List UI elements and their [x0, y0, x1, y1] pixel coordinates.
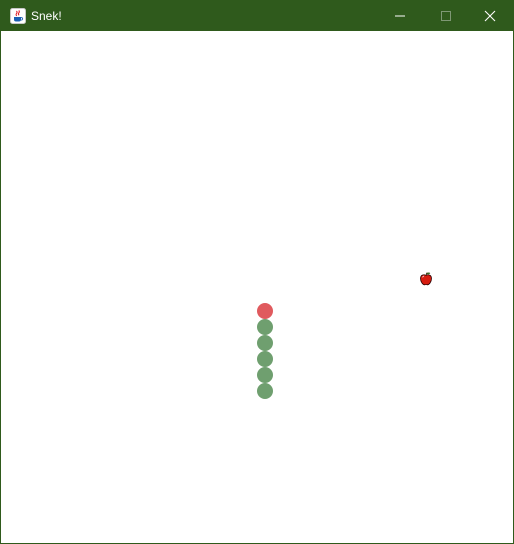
window-title: Snek! — [31, 9, 62, 23]
maximize-button[interactable] — [423, 1, 469, 31]
maximize-icon — [441, 11, 451, 21]
title-bar[interactable]: Snek! — [1, 1, 513, 31]
snake-body-segment — [257, 319, 273, 335]
snake-body-segment — [257, 335, 273, 351]
snake-head — [257, 303, 273, 319]
java-cup-icon[interactable] — [10, 8, 26, 24]
minimize-icon — [395, 15, 405, 17]
game-canvas[interactable] — [1, 31, 513, 543]
app-window: Snek! — [0, 0, 514, 544]
snake-body-segment — [257, 383, 273, 399]
apple-icon — [418, 271, 434, 287]
close-icon — [484, 10, 496, 22]
minimize-button[interactable] — [377, 1, 423, 31]
snake-body-segment — [257, 367, 273, 383]
snake-body-segment — [257, 351, 273, 367]
close-button[interactable] — [467, 1, 513, 31]
